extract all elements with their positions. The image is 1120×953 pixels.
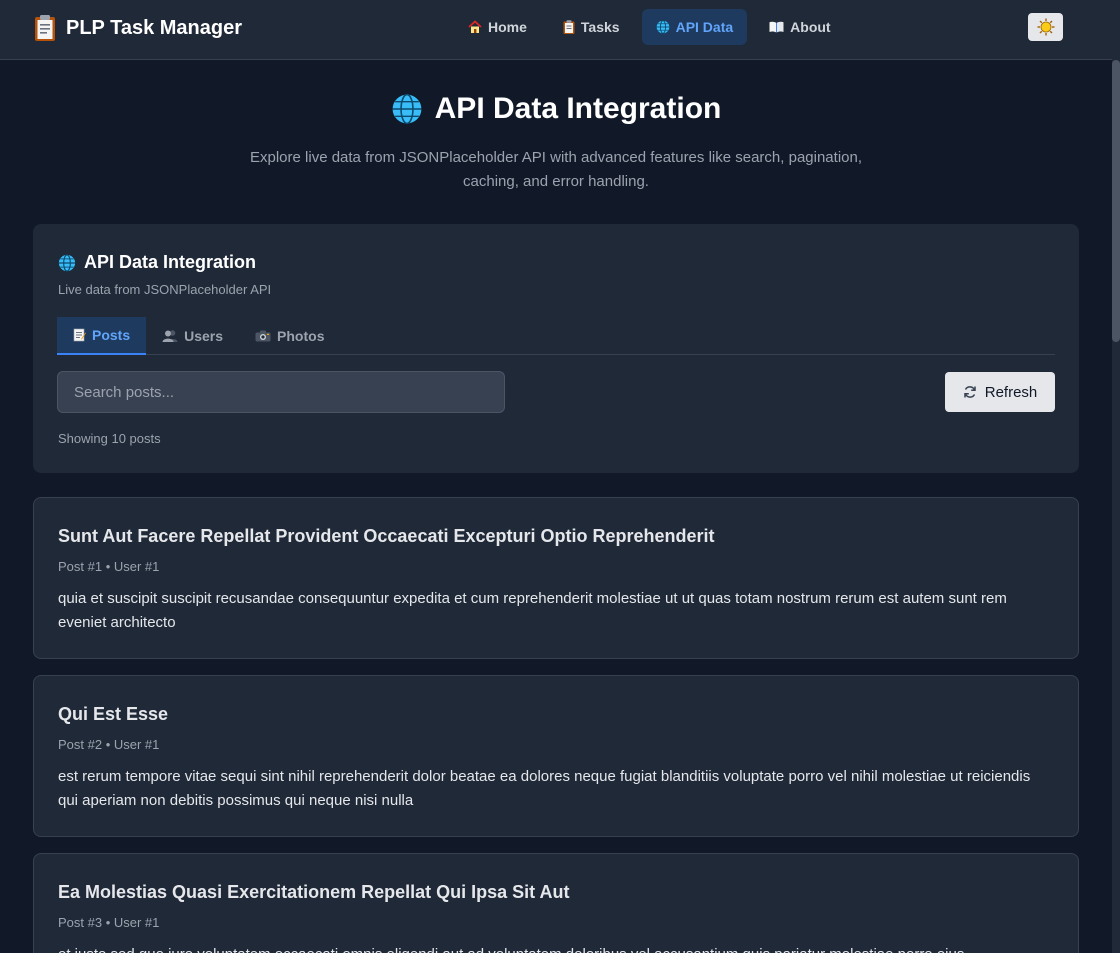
globe-icon: [58, 253, 76, 272]
globe-icon: [656, 20, 669, 34]
scrollbar-thumb[interactable]: [1112, 60, 1120, 342]
globe-icon: [392, 93, 422, 125]
camera-icon: [255, 330, 271, 341]
tab-users[interactable]: Users: [146, 317, 239, 354]
nav-link-tasks[interactable]: Tasks: [549, 9, 634, 45]
refresh-label: Refresh: [984, 383, 1038, 401]
post-meta: Post #3 • User #1: [58, 915, 160, 930]
post-title: Qui Est Esse: [58, 704, 169, 724]
post-card[interactable]: Ea Molestias Quasi Exercitationem Repell…: [33, 853, 1079, 953]
clipboard-icon: [563, 20, 575, 34]
house-icon: [468, 20, 482, 33]
api-data-panel: API Data Integration Live data from JSON…: [33, 224, 1079, 473]
nav-link-label: About: [790, 19, 831, 35]
post-title: Sunt Aut Facere Repellat Provident Occae…: [58, 526, 715, 546]
page-scrollbar[interactable]: [1112, 0, 1120, 953]
post-body: et iusto sed quo iure voluptatem occaeca…: [58, 943, 1054, 953]
post-card[interactable]: Sunt Aut Facere Repellat Provident Occae…: [33, 497, 1079, 659]
clipboard-logo-icon: [35, 15, 55, 41]
nav-link-about[interactable]: About: [755, 9, 844, 45]
nav-link-home[interactable]: Home: [454, 9, 541, 45]
nav-link-label: Home: [488, 19, 527, 35]
users-icon: [162, 330, 178, 342]
post-title: Ea Molestias Quasi Exercitationem Repell…: [58, 882, 570, 902]
tab-label: Photos: [277, 327, 325, 344]
post-body: est rerum tempore vitae sequi sint nihil…: [58, 768, 1031, 809]
page-title: API Data Integration: [0, 92, 1112, 126]
theme-toggle-button[interactable]: [1028, 13, 1063, 41]
page-subtitle: Explore live data from JSONPlaceholder A…: [250, 149, 862, 190]
panel-title-text: API Data Integration: [84, 252, 257, 272]
book-icon: [769, 21, 784, 33]
memo-icon: [73, 328, 86, 342]
post-card[interactable]: Qui Est Esse Post #2 • User #1 est rerum…: [33, 675, 1079, 837]
search-input[interactable]: [57, 371, 505, 413]
nav-link-api-data[interactable]: API Data: [641, 9, 748, 45]
post-meta: Post #2 • User #1: [58, 737, 160, 752]
nav-link-label: API Data: [675, 19, 734, 35]
panel-title: API Data Integration: [58, 252, 256, 273]
nav-links: Home Tasks API Data About: [454, 9, 845, 45]
tab-photos[interactable]: Photos: [239, 317, 340, 354]
results-count: Showing 10 posts: [58, 431, 161, 446]
tab-label: Users: [184, 327, 224, 344]
brand[interactable]: PLP Task Manager: [34, 14, 242, 42]
panel-subtitle: Live data from JSONPlaceholder API: [58, 282, 272, 297]
post-body: quia et suscipit suscipit recusandae con…: [58, 590, 1007, 631]
nav-link-label: Tasks: [580, 19, 620, 35]
page-title-text: API Data Integration: [434, 92, 722, 125]
tab-label: Posts: [92, 327, 131, 343]
sun-icon: [1037, 18, 1054, 36]
refresh-button[interactable]: Refresh: [945, 372, 1055, 412]
post-meta: Post #1 • User #1: [58, 559, 160, 574]
data-tabs: Posts Users Photos: [57, 317, 1055, 355]
navbar: PLP Task Manager Home Tasks API Data Abo…: [0, 0, 1112, 60]
refresh-icon: [963, 386, 976, 398]
tab-posts[interactable]: Posts: [57, 317, 147, 355]
brand-title: PLP Task Manager: [66, 16, 242, 39]
